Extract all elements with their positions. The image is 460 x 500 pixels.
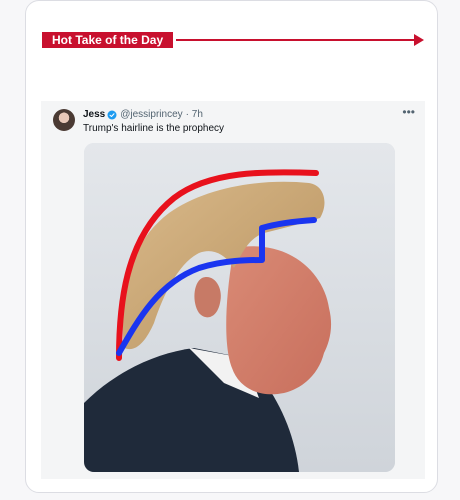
tweet-handle[interactable]: @jessiprincey	[120, 109, 182, 121]
ear-shape	[194, 277, 221, 318]
banner-arrow-line	[176, 39, 416, 41]
tweet-time[interactable]: · 7h	[186, 109, 203, 121]
page: Hot Take of the Day Jess @jessiprincey ·…	[0, 0, 460, 500]
tweet-header: Jess @jessiprincey · 7h	[83, 109, 203, 121]
more-horizontal-icon[interactable]: •••	[402, 105, 415, 119]
tweet-image[interactable]	[84, 143, 395, 472]
post-card: Hot Take of the Day Jess @jessiprincey ·…	[25, 0, 438, 493]
avatar[interactable]	[53, 109, 75, 131]
hot-take-banner: Hot Take of the Day	[42, 32, 424, 48]
tweet-author-name[interactable]: Jess	[83, 109, 105, 121]
arrow-right-icon	[414, 34, 424, 46]
hairline-illustration	[84, 143, 395, 472]
tweet-text: Trump's hairline is the prophecy	[83, 123, 225, 134]
banner-label: Hot Take of the Day	[42, 32, 174, 48]
embedded-tweet[interactable]: Jess @jessiprincey · 7h ••• Trump's hair…	[41, 101, 425, 479]
verified-badge-icon	[107, 110, 117, 120]
